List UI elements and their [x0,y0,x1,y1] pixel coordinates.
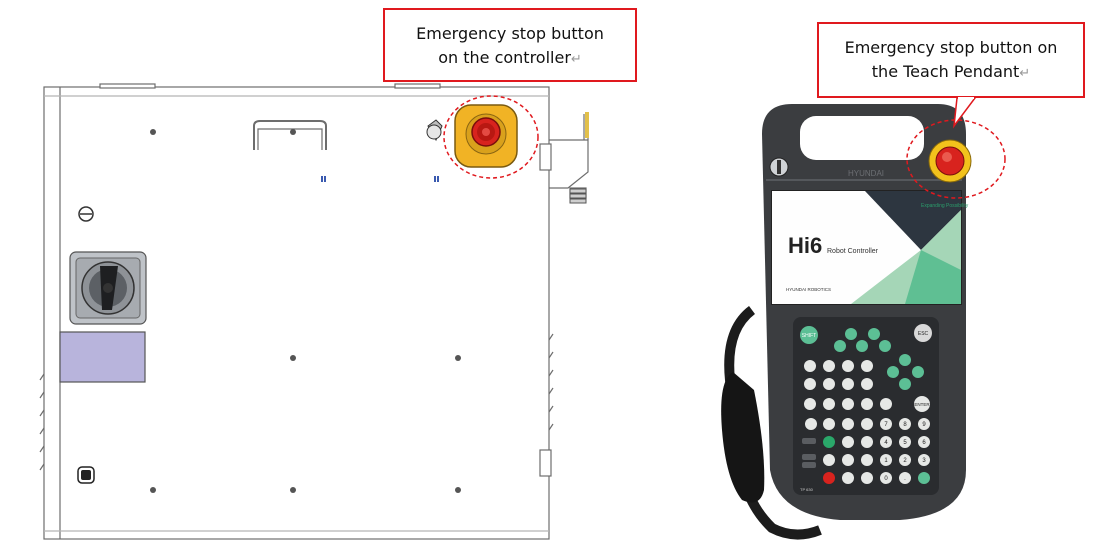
door-lock-icon [77,466,95,484]
pendant-brand: Hi6 [788,233,822,258]
step-key[interactable] [823,454,835,466]
stop-key[interactable] [823,472,835,484]
pendant-tagline: Expanding Possibility [921,203,969,209]
pendant-subtitle: Robot Controller [827,248,879,255]
key-enter-small[interactable] [918,472,930,484]
shift-key-label: SHIFT [802,333,816,339]
pendant-model: TP 630 [800,487,814,492]
pendant-top-logo: HYUNDAI [848,169,884,178]
label-plate [59,331,146,383]
enter-key-label: ENTER [914,402,930,407]
cable-gland [569,188,587,204]
bracket-pin [585,112,589,138]
pendant-estop-button [928,139,972,183]
main-power-switch [69,251,147,325]
start-key[interactable] [823,436,835,448]
esc-key-label: ESC [918,331,929,337]
illustration: Hi6 Robot Controller Expanding Possibili… [39,83,1006,540]
vent-knob-icon [78,206,94,222]
pendant-maker: HYUNDAI ROBOTICS [786,287,831,292]
